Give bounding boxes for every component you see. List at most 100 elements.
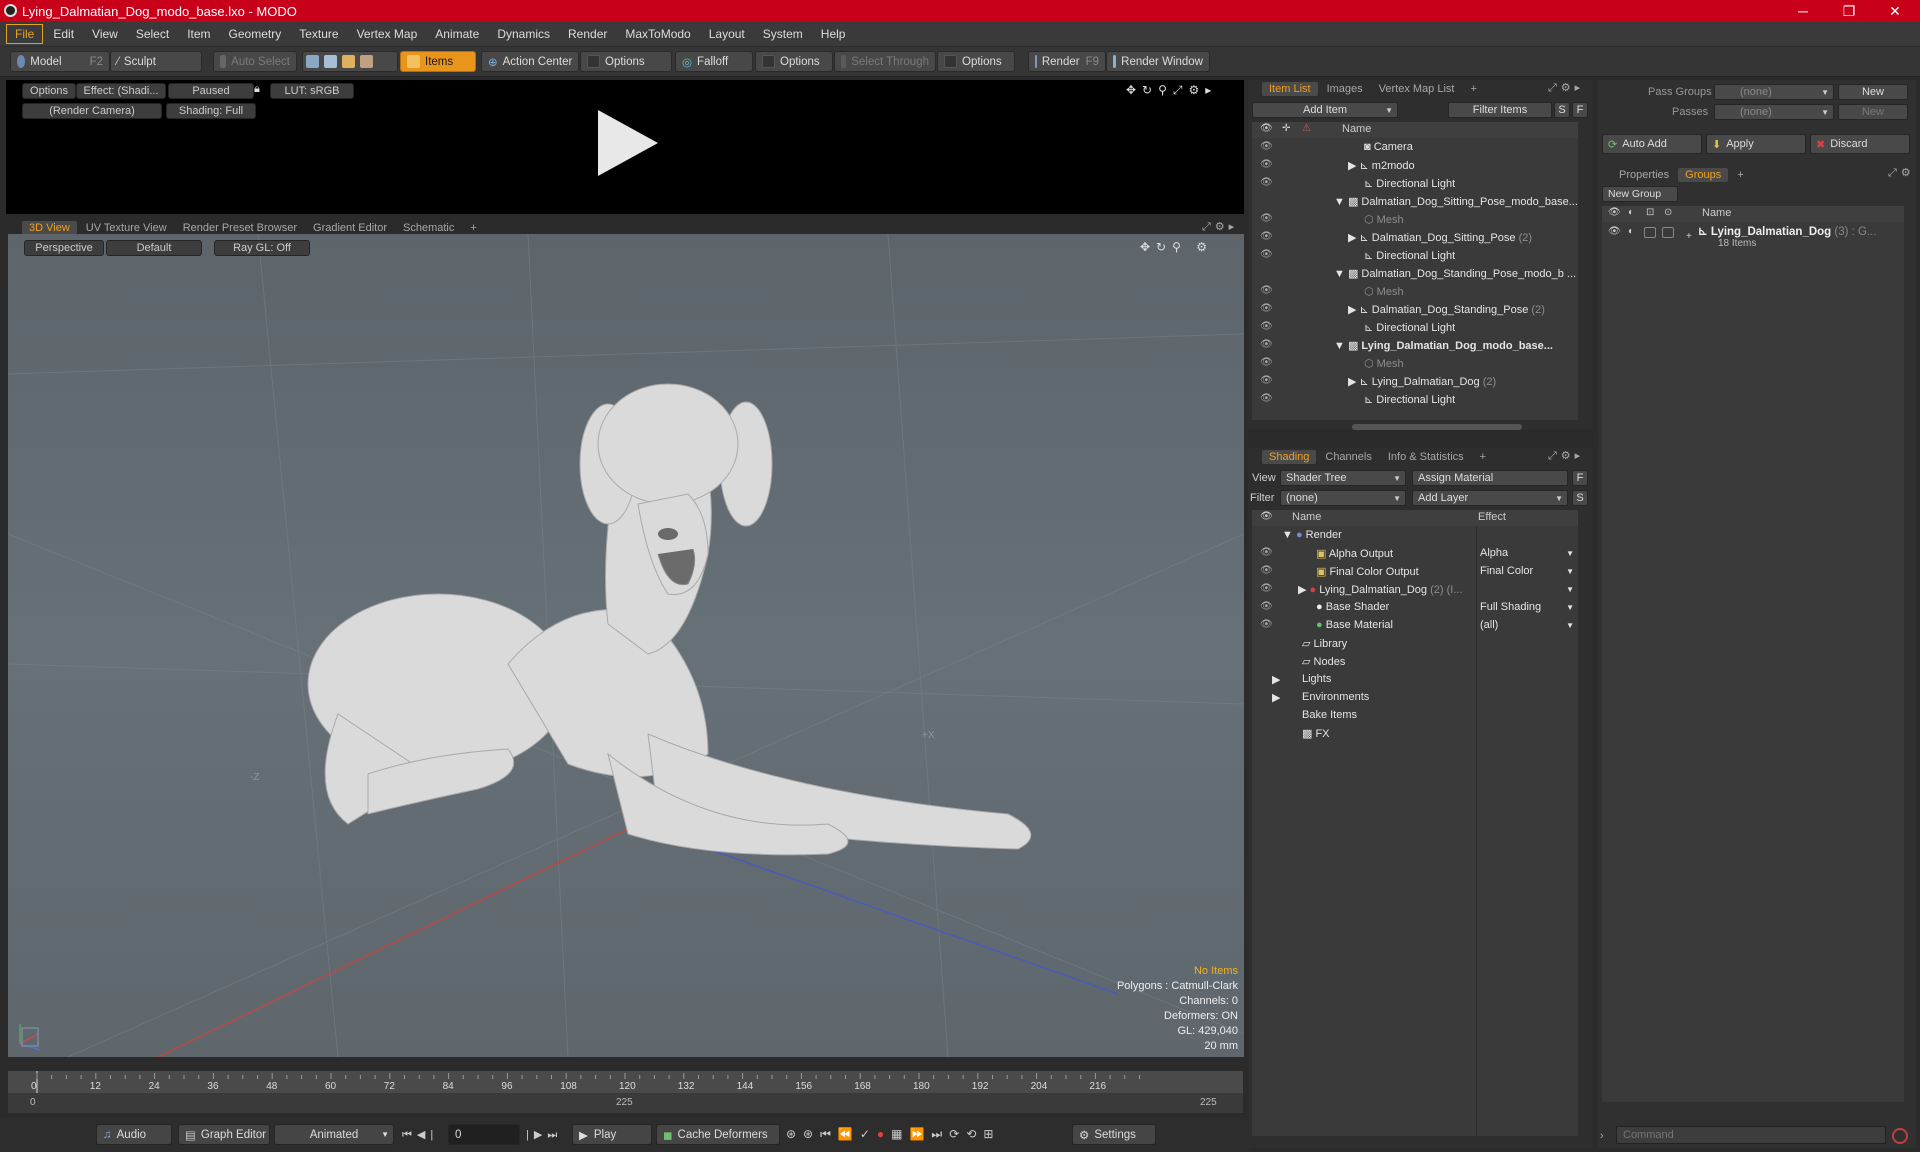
f-button[interactable]: F (1572, 470, 1588, 486)
add-layer-dropdown[interactable]: Add Layer ▼ (1412, 490, 1568, 506)
menu-help[interactable]: Help (813, 25, 854, 43)
shader-row-alpha-output[interactable]: 👁︎ ▣ Alpha Output Alpha ▼ (1252, 544, 1578, 562)
command-input[interactable] (1616, 1126, 1886, 1144)
menu-system[interactable]: System (755, 25, 811, 43)
menu-dynamics[interactable]: Dynamics (489, 25, 558, 43)
shader-row-nodes[interactable]: ▱ Nodes (1252, 652, 1578, 670)
settings-button[interactable]: ⚙ Settings (1072, 1124, 1156, 1145)
tree-row-mesh[interactable]: 👁︎ ⬡ Mesh (1252, 210, 1578, 228)
add-tab-button[interactable]: + (1473, 450, 1493, 464)
tree-row-scene[interactable]: ▼ ▩ Dalmatian_Dog_Sitting_Pose_modo_base… (1252, 192, 1578, 210)
current-frame-field[interactable]: 0 (448, 1124, 520, 1145)
ray-gl-toggle[interactable]: Ray GL: Off (214, 240, 310, 256)
model-mode-button[interactable]: Model F2 (10, 51, 110, 72)
close-button[interactable]: ✕ (1872, 0, 1918, 22)
tab-images[interactable]: Images (1320, 82, 1370, 96)
tab-gradient-editor[interactable]: Gradient Editor (306, 221, 394, 235)
lut-dropdown[interactable]: LUT: sRGB (270, 83, 354, 99)
items-mode-button[interactable]: Items (400, 51, 476, 72)
tree-row-mesh[interactable]: 👁︎ ⬡ Mesh (1252, 282, 1578, 300)
select-through-options-button[interactable]: Options (937, 51, 1015, 72)
shader-row-bake-items[interactable]: Bake Items (1252, 706, 1578, 724)
preview-paused-button[interactable]: Paused (168, 83, 254, 99)
shader-row-material-group[interactable]: 👁︎ ▶ ● Lying_Dalmatian_Dog (2) (I... ▼ (1252, 580, 1578, 598)
tree-row-group[interactable]: 👁︎ ▶ ⊾ Dalmatian_Dog_Sitting_Pose (2) (1252, 228, 1578, 246)
discard-button[interactable]: ✖ Discard (1810, 134, 1910, 154)
panel-icons[interactable]: ⤢⚙▸ (1548, 81, 1584, 95)
auto-add-button[interactable]: ⟳ Auto Add (1602, 134, 1702, 154)
tab-groups[interactable]: Groups (1678, 168, 1729, 182)
passes-dropdown[interactable]: (none) ▼ (1714, 104, 1834, 120)
vertices-mode-icon[interactable] (306, 55, 319, 68)
shading-dropdown[interactable]: Shading: Full (166, 103, 256, 119)
tree-row-scene-active[interactable]: 👁︎ ▼ ▩ Lying_Dalmatian_Dog_modo_base... (1252, 336, 1578, 354)
key-tools-icons[interactable]: ⊛⊛⏮⏪✓●▦⏩⏭⟳⟲⊞ (786, 1127, 1000, 1142)
add-item-dropdown[interactable]: Add Item ▼ (1252, 102, 1398, 118)
eye-icon[interactable]: 👁︎ (1608, 226, 1621, 237)
perspective-dropdown[interactable]: Perspective (24, 240, 104, 256)
preview-nav-icons[interactable]: ✥↻⚲⤢⚙▸ (1126, 83, 1217, 98)
shader-row-base-shader[interactable]: 👁︎ ● Base Shader Full Shading ▼ (1252, 598, 1578, 616)
pass-groups-dropdown[interactable]: (none) ▼ (1714, 84, 1834, 100)
tree-row-scene[interactable]: ▼ ▩ Dalmatian_Dog_Standing_Pose_modo_b .… (1252, 264, 1578, 282)
edges-mode-icon[interactable] (324, 55, 337, 68)
shader-row-lights[interactable]: ▶ Lights (1252, 670, 1578, 688)
materials-mode-icon[interactable] (360, 55, 373, 68)
expand-plus-icon[interactable]: + (1686, 231, 1692, 242)
tab-shading[interactable]: Shading (1262, 450, 1317, 464)
render-camera-dropdown[interactable]: (Render Camera) (22, 103, 162, 119)
render-toggle-icon[interactable]: ◐ (1628, 226, 1634, 237)
3d-viewport[interactable]: Perspective Default Ray GL: Off ✥↻⚲ ⚙ +X… (8, 234, 1244, 1057)
tree-row-light[interactable]: 👁︎ ⊾ Directional Light (1252, 318, 1578, 336)
tab-channels[interactable]: Channels (1318, 450, 1378, 464)
menu-animate[interactable]: Animate (427, 25, 487, 43)
menu-render[interactable]: Render (560, 25, 615, 43)
group-row[interactable]: 👁︎ ◐ + ⊾ Lying_Dalmatian_Dog (3) : G... … (1602, 222, 1904, 252)
viewport-panel-icons[interactable]: ⤢⚙▸ (1202, 220, 1238, 234)
tab-uv-texture-view[interactable]: UV Texture View (79, 221, 174, 235)
maximize-button[interactable]: ❐ (1826, 0, 1872, 22)
shader-row-final-color-output[interactable]: 👁︎ ▣ Final Color Output Final Color ▼ (1252, 562, 1578, 580)
falloff-options-button[interactable]: Options (755, 51, 833, 72)
timeline[interactable]: 0 12 24 36 48 60 72 84 96 108 120 132 144 156 168 180 19… (8, 1071, 1243, 1113)
select-through-button[interactable]: Select Through (834, 51, 936, 72)
shader-row-base-material[interactable]: 👁︎ ● Base Material (all) ▼ (1252, 616, 1578, 634)
falloff-button[interactable]: ◎ Falloff (675, 51, 753, 72)
audio-button[interactable]: ♫ Audio (96, 1124, 172, 1145)
tab-schematic[interactable]: Schematic (396, 221, 461, 235)
action-center-button[interactable]: ⊕ Action Center (481, 51, 579, 72)
tree-row-light[interactable]: 👁︎ ⊾ Directional Light (1252, 246, 1578, 264)
tree-row-light[interactable]: 👁︎ ⊾ Directional Light (1252, 174, 1578, 192)
lock-icon[interactable]: 🔒︎ (254, 83, 260, 96)
command-record-icon[interactable] (1892, 1128, 1908, 1144)
auto-select-button[interactable]: Auto Select (213, 51, 297, 72)
view-dropdown[interactable]: Shader Tree ▼ (1280, 470, 1406, 486)
new-group-button[interactable]: New Group (1602, 186, 1678, 202)
menu-maxtomodo[interactable]: MaxToModo (617, 25, 698, 43)
add-tab-button[interactable]: + (1730, 168, 1750, 182)
tree-row-mesh[interactable]: 👁︎ ⬡ Mesh (1252, 354, 1578, 372)
filter-dropdown[interactable]: (none) ▼ (1280, 490, 1406, 506)
tree-row-light[interactable]: 👁︎ ⊾ Directional Light (1252, 390, 1578, 408)
tab-render-preset-browser[interactable]: Render Preset Browser (176, 221, 304, 235)
step-forward-controls[interactable]: |▶⏭ (526, 1128, 562, 1142)
play-preview-icon[interactable] (592, 108, 662, 178)
tree-row-group[interactable]: 👁︎ ▶ ⊾ Lying_Dalmatian_Dog (2) (1252, 372, 1578, 390)
tree-row-m2modo[interactable]: 👁︎ ▶ ⊾ m2modo (1252, 156, 1578, 174)
preview-options-button[interactable]: Options (22, 83, 76, 99)
menu-texture[interactable]: Texture (291, 25, 346, 43)
jump-start-controls[interactable]: ⏮◀| (402, 1128, 438, 1142)
tree-row-group[interactable]: 👁︎ ▶ ⊾ Dalmatian_Dog_Standing_Pose (2) (1252, 300, 1578, 318)
add-tab-button[interactable]: + (463, 221, 483, 235)
horizontal-scrollbar[interactable] (1352, 424, 1522, 430)
s-button[interactable]: S (1554, 102, 1570, 118)
animated-dropdown[interactable]: Animated ▼ (274, 1124, 394, 1145)
tab-item-list[interactable]: Item List (1262, 82, 1318, 96)
polygons-mode-icon[interactable] (342, 55, 355, 68)
menu-select[interactable]: Select (128, 25, 177, 43)
style-default-dropdown[interactable]: Default (106, 240, 202, 256)
shader-row-library[interactable]: ▱ Library (1252, 634, 1578, 652)
play-button[interactable]: ▶ Play (572, 1124, 652, 1145)
panel-icons[interactable]: ⤢⚙▸ (1548, 449, 1584, 463)
tab-vertex-map-list[interactable]: Vertex Map List (1372, 82, 1462, 96)
